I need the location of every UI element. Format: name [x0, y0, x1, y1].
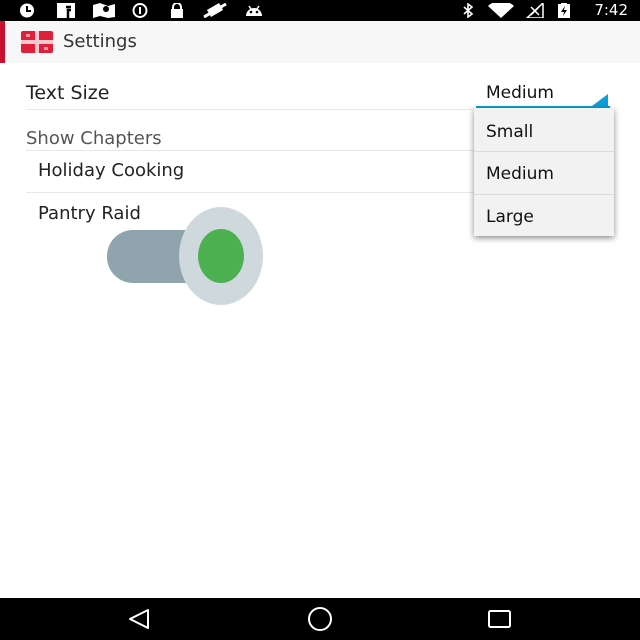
text-size-dropdown: Small Medium Large [474, 108, 614, 236]
pantry-raid-switch[interactable] [107, 207, 267, 307]
switch-thumb [198, 229, 244, 283]
navigation-bar [0, 598, 640, 640]
lock-icon [171, 3, 183, 18]
satellite-icon [203, 3, 227, 18]
page-title: Settings [63, 31, 137, 52]
clock-time: 7:42 [594, 1, 628, 19]
app-logo-icon[interactable] [21, 31, 53, 53]
spinner-arrow-icon [592, 94, 608, 106]
recents-icon[interactable] [486, 608, 514, 630]
android-icon [246, 5, 262, 16]
category-header: Show Chapters [26, 128, 162, 149]
option-label: Large [486, 207, 534, 227]
accent-bar [0, 21, 5, 63]
spinner-selected-value: Medium [486, 83, 554, 103]
dropdown-option-medium[interactable]: Medium [474, 152, 614, 194]
signal-icon [526, 3, 544, 18]
dropdown-option-large[interactable]: Large [474, 195, 614, 237]
option-label: Small [486, 122, 534, 142]
back-icon[interactable] [126, 608, 154, 630]
wifi-icon [488, 3, 514, 18]
info-icon [132, 3, 148, 18]
bluetooth-icon [463, 3, 474, 18]
text-size-label: Text Size [26, 82, 110, 104]
status-bar: 7:42 [0, 0, 640, 21]
divider [26, 150, 474, 151]
clock-icon [20, 3, 34, 18]
maps-icon [93, 3, 115, 18]
divider [26, 109, 474, 110]
facebook-icon [57, 3, 75, 18]
option-label: Medium [486, 164, 554, 184]
divider [26, 192, 474, 193]
battery-icon [558, 3, 570, 18]
home-icon[interactable] [305, 606, 335, 632]
chapter-label: Holiday Cooking [38, 160, 185, 181]
dropdown-option-small[interactable]: Small [474, 110, 614, 152]
action-bar: Settings [0, 21, 640, 63]
